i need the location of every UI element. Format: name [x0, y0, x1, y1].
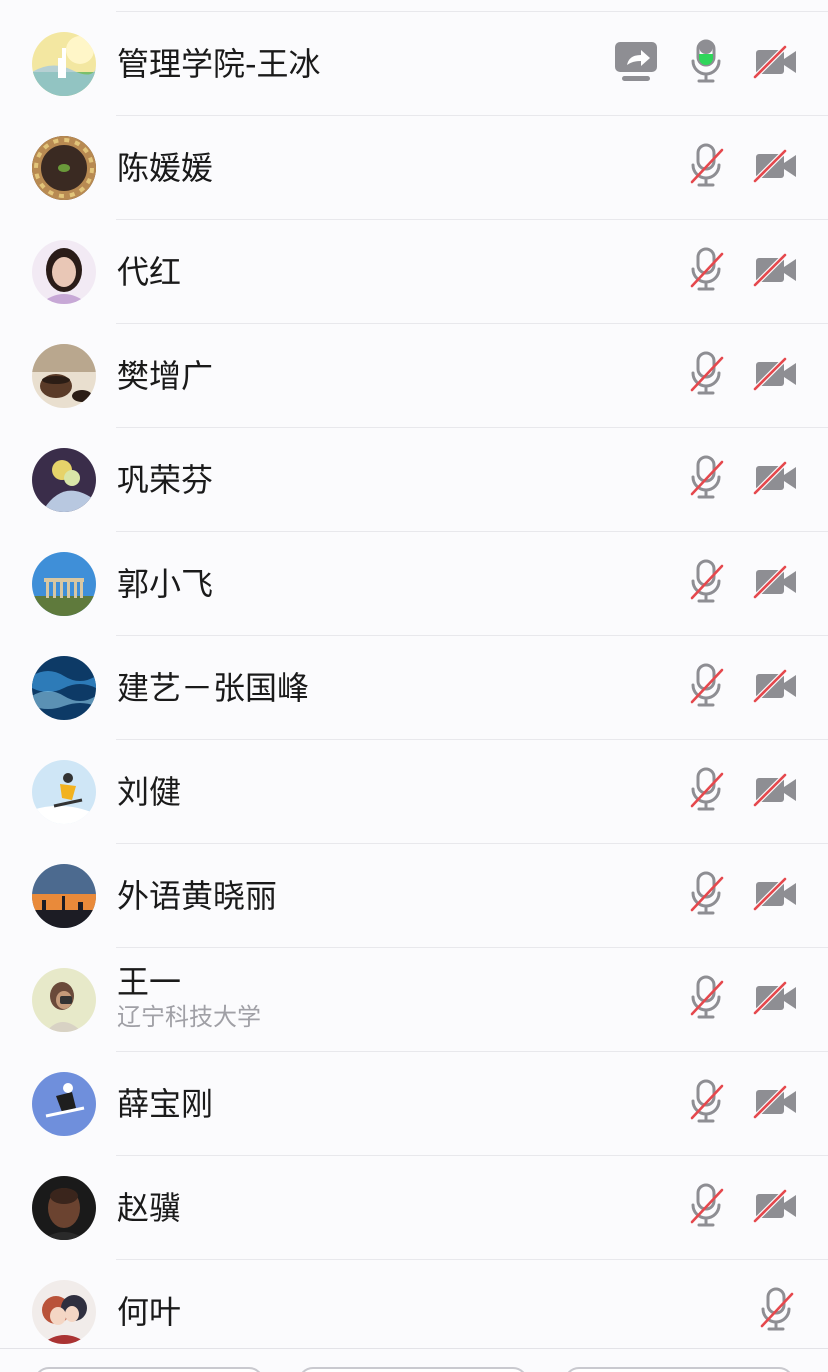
- participant-name: 樊增广: [117, 357, 214, 395]
- avatar: [32, 344, 96, 408]
- participant-row[interactable]: 管理学院-王冰: [0, 12, 828, 116]
- camera-off-icon[interactable]: [752, 1182, 800, 1230]
- microphone-muted-icon[interactable]: [682, 974, 730, 1022]
- camera-off-icon[interactable]: [752, 142, 800, 190]
- avatar: [32, 136, 96, 200]
- microphone-muted-icon[interactable]: [682, 1182, 730, 1230]
- toolbar-button-3[interactable]: [564, 1367, 794, 1372]
- participant-name: 郭小飞: [117, 565, 214, 603]
- toolbar-button-2[interactable]: [298, 1367, 528, 1372]
- participant-name: 管理学院-王冰: [117, 45, 321, 83]
- camera-off-icon[interactable]: [752, 870, 800, 918]
- camera-off-icon[interactable]: [752, 1078, 800, 1126]
- avatar: [32, 760, 96, 824]
- participant-name: 何叶: [117, 1293, 182, 1331]
- avatar: [32, 1176, 96, 1240]
- camera-off-icon[interactable]: [752, 38, 800, 86]
- participant-name: 刘健: [117, 773, 182, 811]
- participant-row[interactable]: 陈媛媛: [0, 116, 828, 220]
- participant-name: 外语黄晓丽: [117, 877, 278, 915]
- camera-off-icon[interactable]: [752, 766, 800, 814]
- participant-row[interactable]: 巩荣芬: [0, 428, 828, 532]
- avatar: [32, 32, 96, 96]
- participant-name: 代红: [117, 253, 182, 291]
- microphone-muted-icon[interactable]: [682, 662, 730, 710]
- avatar: [32, 968, 96, 1032]
- toolbar-button-1[interactable]: [34, 1367, 264, 1372]
- microphone-muted-icon[interactable]: [682, 766, 730, 814]
- microphone-muted-icon[interactable]: [752, 1286, 800, 1334]
- microphone-icon[interactable]: [682, 38, 730, 86]
- participant-row[interactable]: 樊增广: [0, 324, 828, 428]
- participant-subtitle: 辽宁科技大学: [117, 1003, 261, 1031]
- avatar: [32, 1072, 96, 1136]
- microphone-muted-icon[interactable]: [682, 1078, 730, 1126]
- avatar: [32, 864, 96, 928]
- camera-off-icon[interactable]: [752, 662, 800, 710]
- participant-name: 巩荣芬: [117, 461, 214, 499]
- participant-name: 赵骥: [117, 1189, 182, 1227]
- camera-off-icon[interactable]: [752, 350, 800, 398]
- participant-row[interactable]: 外语黄晓丽: [0, 844, 828, 948]
- camera-off-icon[interactable]: [752, 974, 800, 1022]
- camera-off-icon[interactable]: [752, 454, 800, 502]
- participant-name: 建艺－张国峰: [117, 669, 310, 707]
- microphone-muted-icon[interactable]: [682, 350, 730, 398]
- avatar: [32, 656, 96, 720]
- avatar: [32, 448, 96, 512]
- microphone-muted-icon[interactable]: [682, 246, 730, 294]
- avatar: [32, 240, 96, 304]
- microphone-muted-icon[interactable]: [682, 558, 730, 606]
- participant-name: 薛宝刚: [117, 1085, 214, 1123]
- participant-row[interactable]: 赵骥: [0, 1156, 828, 1260]
- participant-row[interactable]: 代红: [0, 220, 828, 324]
- participant-row[interactable]: 刘健: [0, 740, 828, 844]
- participant-name: 王一: [117, 963, 182, 1001]
- screen-share-icon[interactable]: [612, 38, 660, 86]
- participant-row[interactable]: 王一 辽宁科技大学: [0, 948, 828, 1052]
- avatar: [32, 1280, 96, 1344]
- microphone-muted-icon[interactable]: [682, 870, 730, 918]
- microphone-muted-icon[interactable]: [682, 142, 730, 190]
- participant-row[interactable]: 建艺－张国峰: [0, 636, 828, 740]
- bottom-toolbar: [0, 1348, 828, 1372]
- microphone-muted-icon[interactable]: [682, 454, 730, 502]
- camera-off-icon[interactable]: [752, 558, 800, 606]
- participant-name: 陈媛媛: [117, 149, 214, 187]
- participant-row[interactable]: 郭小飞: [0, 532, 828, 636]
- avatar: [32, 552, 96, 616]
- participant-row[interactable]: 薛宝刚: [0, 1052, 828, 1156]
- camera-off-icon[interactable]: [752, 246, 800, 294]
